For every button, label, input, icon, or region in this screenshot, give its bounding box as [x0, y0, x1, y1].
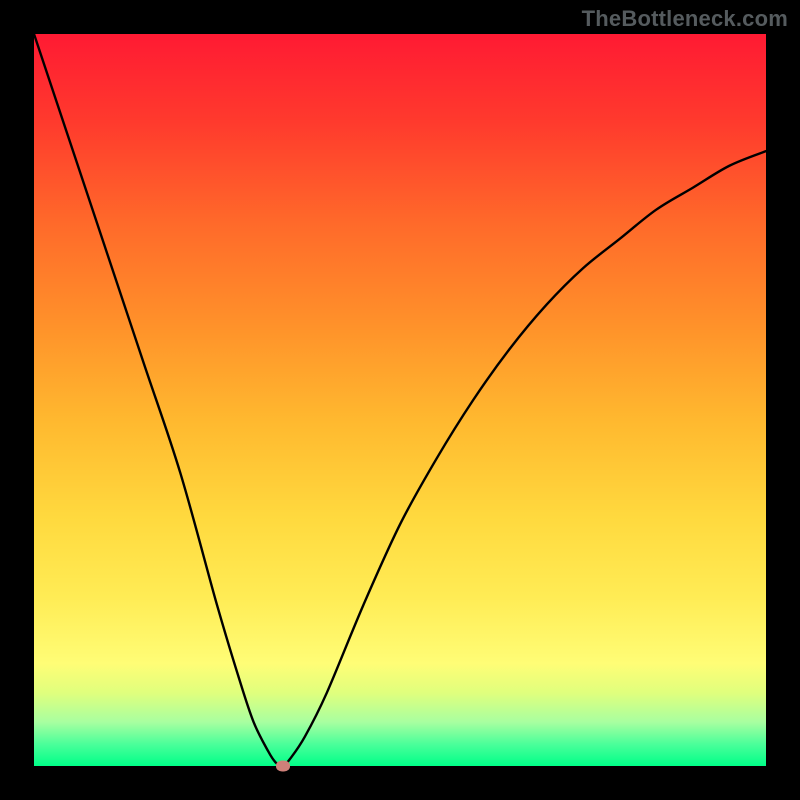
- plot-area: [34, 34, 766, 766]
- watermark-label: TheBottleneck.com: [582, 6, 788, 32]
- chart-frame: TheBottleneck.com: [0, 0, 800, 800]
- optimum-marker: [276, 761, 290, 772]
- curve-layer: [34, 34, 766, 766]
- bottleneck-curve: [34, 34, 766, 766]
